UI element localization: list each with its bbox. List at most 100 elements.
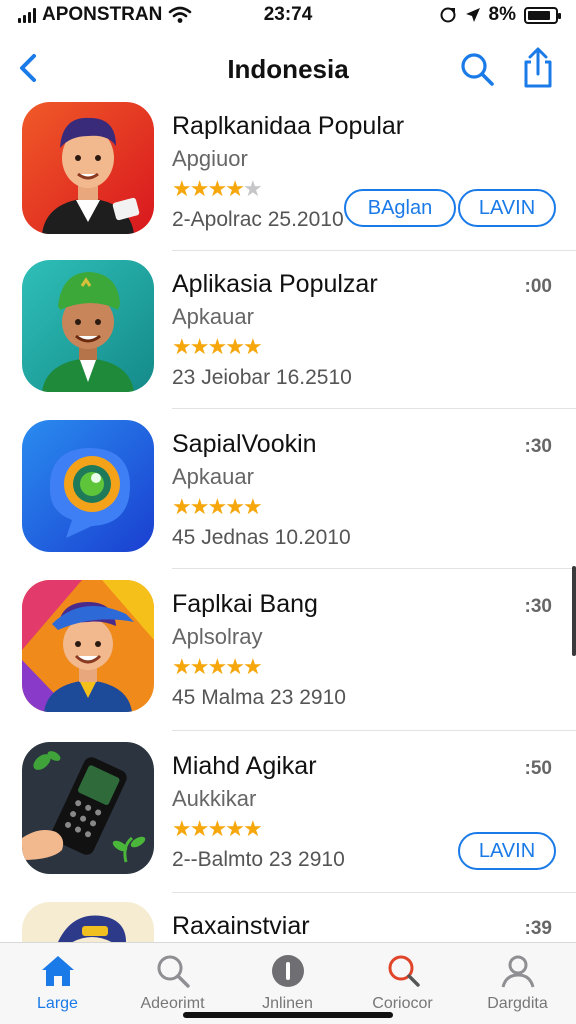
view-button[interactable]: LAVIN xyxy=(458,189,556,227)
app-size: :00 xyxy=(524,276,552,297)
star-icon: ★ xyxy=(242,334,263,359)
list-item[interactable]: Faplkai Bang Aplsolray ★★★★★ 45 Malma 23… xyxy=(0,580,576,738)
person-icon xyxy=(501,955,534,988)
app-name: Faplkai Bang xyxy=(172,590,318,618)
star-icon: ★ xyxy=(207,816,227,841)
share-icon[interactable] xyxy=(518,46,558,90)
app-icon[interactable] xyxy=(22,260,154,392)
star-icon: ★ xyxy=(189,494,210,519)
app-date: 45 Malma 23 2910 xyxy=(172,686,346,709)
star-icon: ★ xyxy=(172,334,192,359)
star-icon: ★ xyxy=(207,334,227,359)
app-subtitle: Apkauar xyxy=(172,464,254,489)
star-rating: ★★★★★ xyxy=(172,654,263,680)
tab-label: Dargdita xyxy=(487,995,548,1012)
star-icon: ★ xyxy=(172,654,192,679)
star-icon: ★ xyxy=(225,654,245,679)
star-rating: ★★★★★ xyxy=(172,494,263,520)
app-name: Raplkanidaa Popular xyxy=(172,112,405,140)
star-rating: ★★★★★ xyxy=(172,176,263,202)
star-rating: ★★★★★ xyxy=(172,816,263,842)
list-item[interactable]: Raplkanidaa Popular Apgiuor ★★★★★ 2-Apol… xyxy=(0,102,576,260)
divider xyxy=(172,568,576,569)
chevron-left-icon[interactable] xyxy=(12,50,48,86)
tab-label: Coriocor xyxy=(372,995,433,1012)
tab-label: Adeorimt xyxy=(140,995,205,1012)
star-icon: ★ xyxy=(189,816,210,841)
star-icon: ★ xyxy=(225,176,245,201)
scrollbar[interactable] xyxy=(572,566,576,656)
home-icon xyxy=(41,956,74,986)
divider xyxy=(172,408,576,409)
tab-label: Jnlinen xyxy=(262,995,313,1012)
app-date: 23 Jeiobar 16.2510 xyxy=(172,366,352,389)
app-name: Aplikasia Populzar xyxy=(172,270,378,298)
location-icon xyxy=(465,8,480,22)
star-icon: ★ xyxy=(172,176,192,201)
star-rating: ★★★★★ xyxy=(172,334,263,360)
app-date: 2-Apolrac 25.2010 xyxy=(172,208,344,231)
page-title: Indonesia xyxy=(227,53,349,84)
divider xyxy=(172,892,576,893)
tab-home[interactable]: Large xyxy=(0,951,115,1021)
app-icon[interactable] xyxy=(22,902,154,942)
star-icon: ★ xyxy=(207,494,227,519)
app-date: 45 Jednas 10.2010 xyxy=(172,526,351,549)
list-item[interactable]: Miahd Agikar Aukkikar ★★★★★ 2--Balmto 23… xyxy=(0,742,576,900)
app-date: 2--Balmto 23 2910 xyxy=(172,848,345,871)
divider xyxy=(172,250,576,251)
star-icon: ★ xyxy=(189,334,210,359)
home-indicator xyxy=(183,1012,393,1018)
battery-percent: 8% xyxy=(488,4,516,25)
star-icon: ★ xyxy=(225,334,245,359)
signal-icon xyxy=(18,7,36,23)
app-subtitle: Aplsolray xyxy=(172,624,263,649)
star-icon: ★ xyxy=(207,654,227,679)
app-size: :39 xyxy=(524,918,552,939)
search-icon[interactable] xyxy=(458,50,496,88)
app-icon[interactable] xyxy=(22,420,154,552)
tab-search[interactable]: Adeorimt xyxy=(115,951,230,1021)
search-icon xyxy=(157,955,190,988)
app-size: :30 xyxy=(524,436,552,457)
tab-discover[interactable]: Coriocor xyxy=(345,951,460,1021)
list-item[interactable]: Aplikasia Populzar Apkauar ★★★★★ 23 Jeio… xyxy=(0,260,576,418)
tab-label: Large xyxy=(37,995,78,1012)
magnifier-red-icon xyxy=(388,955,420,987)
tab-profile[interactable]: Dargdita xyxy=(460,951,575,1021)
app-name: Raxainstviar xyxy=(172,912,310,940)
status-bar: APONSTRAN 23:74 8% xyxy=(0,0,576,30)
carrier-label: APONSTRAN xyxy=(42,4,163,25)
battery-icon xyxy=(524,6,561,24)
app-name: SapialVookin xyxy=(172,430,317,458)
nav-bar: Indonesia xyxy=(0,36,576,102)
star-icon: ★ xyxy=(172,494,192,519)
battery-fill xyxy=(528,10,551,20)
star-icon: ★ xyxy=(242,176,263,201)
divider xyxy=(172,730,576,731)
status-left: APONSTRAN xyxy=(18,4,192,26)
info-icon xyxy=(271,955,304,987)
star-icon: ★ xyxy=(242,654,263,679)
status-right: 8% xyxy=(439,4,561,26)
star-icon: ★ xyxy=(242,494,263,519)
app-icon[interactable] xyxy=(22,102,154,234)
list-item[interactable]: SapialVookin Apkauar ★★★★★ 45 Jednas 10.… xyxy=(0,420,576,578)
app-size: :30 xyxy=(524,596,552,617)
status-time: 23:74 xyxy=(263,4,313,25)
app-subtitle: Apgiuor xyxy=(172,146,248,171)
app-subtitle: Aukkikar xyxy=(172,786,257,811)
app-name: Miahd Agikar xyxy=(172,752,317,780)
get-button[interactable]: BAglan xyxy=(344,189,456,227)
app-icon[interactable] xyxy=(22,742,154,874)
tab-info[interactable]: Jnlinen xyxy=(230,951,345,1021)
list-item[interactable]: Raxainstviar :39 xyxy=(0,902,576,942)
view-button[interactable]: LAVIN xyxy=(458,832,556,870)
app-icon[interactable] xyxy=(22,580,154,712)
app-subtitle: Apkauar xyxy=(172,304,254,329)
orientation-lock-icon xyxy=(440,7,456,23)
star-icon: ★ xyxy=(242,816,263,841)
star-icon: ★ xyxy=(207,176,227,201)
star-icon: ★ xyxy=(225,494,245,519)
star-icon: ★ xyxy=(189,654,210,679)
